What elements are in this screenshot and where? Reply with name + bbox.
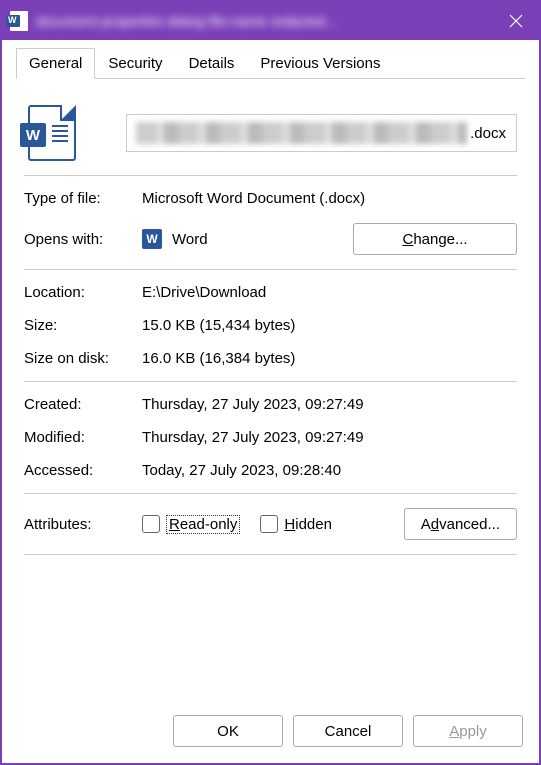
- size-on-disk-value: 16.0 KB (16,384 bytes): [142, 350, 517, 367]
- window-title: document properties dialog file-name red…: [36, 13, 493, 29]
- accessed-label: Accessed:: [24, 462, 142, 479]
- tab-details[interactable]: Details: [176, 48, 248, 78]
- size-label: Size:: [24, 317, 142, 334]
- checkbox-icon: [260, 515, 278, 533]
- cancel-button[interactable]: Cancel: [293, 715, 403, 747]
- divider: [24, 554, 517, 555]
- opens-with-label: Opens with:: [24, 231, 142, 248]
- created-value: Thursday, 27 July 2023, 09:27:49: [142, 396, 517, 413]
- tab-previous-versions[interactable]: Previous Versions: [247, 48, 393, 78]
- checkbox-icon: [142, 515, 160, 533]
- properties-dialog: document properties dialog file-name red…: [0, 0, 541, 765]
- advanced-button[interactable]: Advanced...: [404, 508, 517, 540]
- opens-with-value: Word: [172, 231, 208, 248]
- readonly-label-text: ead-only: [180, 516, 238, 533]
- size-value: 15.0 KB (15,434 bytes): [142, 317, 517, 334]
- word-doc-icon: [10, 11, 28, 31]
- close-icon: [509, 14, 523, 28]
- hidden-label-text: idden: [295, 516, 332, 533]
- close-button[interactable]: [493, 2, 539, 40]
- location-value: E:\Drive\Download: [142, 284, 517, 301]
- type-of-file-label: Type of file:: [24, 190, 142, 207]
- titlebar: document properties dialog file-name red…: [2, 2, 539, 40]
- size-on-disk-label: Size on disk:: [24, 350, 142, 367]
- ok-button[interactable]: OK: [173, 715, 283, 747]
- tab-strip: General Security Details Previous Versio…: [16, 48, 525, 79]
- filename-input[interactable]: [126, 114, 517, 152]
- tab-general[interactable]: General: [16, 48, 95, 79]
- readonly-checkbox[interactable]: Read-only: [142, 515, 240, 534]
- location-label: Location:: [24, 284, 142, 301]
- divider: [24, 269, 517, 270]
- divider: [24, 175, 517, 176]
- word-app-icon: W: [142, 229, 162, 249]
- divider: [24, 493, 517, 494]
- dialog-footer: OK Cancel Apply: [2, 699, 539, 763]
- divider: [24, 381, 517, 382]
- created-label: Created:: [24, 396, 142, 413]
- hidden-checkbox[interactable]: Hidden: [260, 515, 332, 533]
- apply-button[interactable]: Apply: [413, 715, 523, 747]
- general-panel: W Type of file: Microsoft Word Document …: [16, 78, 525, 699]
- modified-label: Modified:: [24, 429, 142, 446]
- tab-security[interactable]: Security: [95, 48, 175, 78]
- change-button[interactable]: Change...: [353, 223, 517, 255]
- type-of-file-value: Microsoft Word Document (.docx): [142, 190, 517, 207]
- word-file-icon: W: [28, 105, 76, 161]
- attributes-label: Attributes:: [24, 516, 142, 533]
- modified-value: Thursday, 27 July 2023, 09:27:49: [142, 429, 517, 446]
- accessed-value: Today, 27 July 2023, 09:28:40: [142, 462, 517, 479]
